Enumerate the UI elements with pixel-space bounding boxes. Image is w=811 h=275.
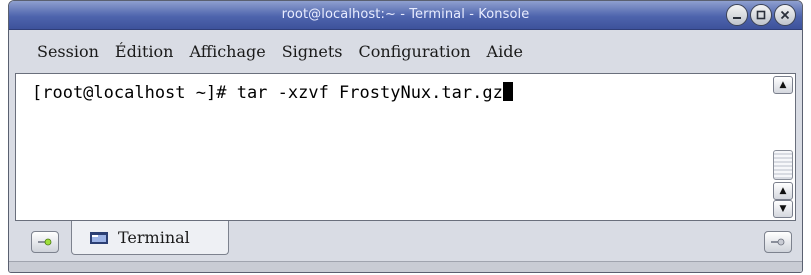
vertical-scrollbar[interactable]: ▲ ▲ ▼: [773, 76, 793, 218]
shell-prompt: [root@localhost ~]#: [32, 83, 237, 103]
menu-edition[interactable]: Édition: [115, 42, 174, 61]
terminal-line: [root@localhost ~]# tar -xzvf FrostyNux.…: [32, 82, 513, 103]
scroll-up-icon[interactable]: ▲: [773, 182, 793, 200]
text-cursor: [502, 82, 513, 101]
window-bottom-edge: [9, 261, 802, 272]
close-session-button[interactable]: [764, 231, 792, 253]
menu-bar: Session Édition Affichage Signets Config…: [15, 31, 796, 71]
close-icon[interactable]: [774, 4, 796, 26]
menu-affichage[interactable]: Affichage: [189, 42, 265, 61]
tab-terminal[interactable]: Terminal: [71, 221, 229, 255]
new-session-button[interactable]: [31, 231, 59, 253]
terminal-icon: [90, 231, 108, 244]
konsole-window: root@localhost:~ - Terminal - Konsole Se…: [8, 0, 803, 273]
scrollbar-thumb[interactable]: [773, 150, 793, 180]
minimize-icon[interactable]: [726, 4, 748, 26]
menu-configuration[interactable]: Configuration: [358, 42, 470, 61]
terminal-area[interactable]: [root@localhost ~]# tar -xzvf FrostyNux.…: [15, 73, 796, 221]
menu-session[interactable]: Session: [37, 42, 99, 61]
tab-label: Terminal: [118, 228, 190, 247]
window-title: root@localhost:~ - Terminal - Konsole: [281, 7, 530, 22]
window-controls: [726, 4, 796, 26]
menu-aide[interactable]: Aide: [487, 42, 523, 61]
close-tab-icon: [771, 238, 785, 246]
tab-bar: Terminal: [15, 221, 796, 263]
title-bar[interactable]: root@localhost:~ - Terminal - Konsole: [9, 1, 802, 30]
scroll-up-top-icon[interactable]: ▲: [773, 76, 793, 94]
new-tab-icon: [38, 238, 52, 246]
shell-command: tar -xzvf FrostyNux.tar.gz: [236, 83, 503, 103]
scroll-down-icon[interactable]: ▼: [773, 200, 793, 218]
maximize-icon[interactable]: [750, 4, 772, 26]
menu-signets[interactable]: Signets: [282, 42, 343, 61]
